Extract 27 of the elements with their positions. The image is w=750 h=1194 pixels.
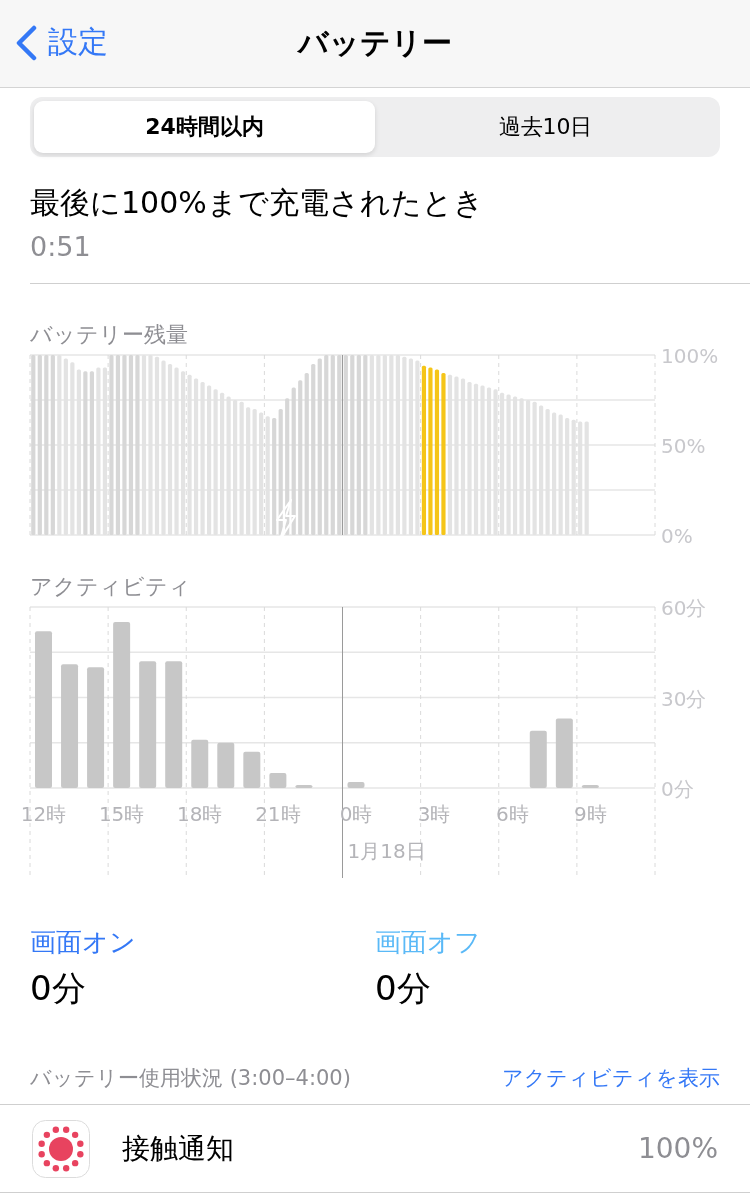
usage-percent: 100% xyxy=(637,1132,718,1165)
period-tab[interactable]: 過去10日 xyxy=(375,101,716,153)
screen-time-label: 画面オフ xyxy=(375,926,481,959)
last-charge-label: 最後に100%まで充電されたとき xyxy=(30,184,485,222)
axis-label: 9時 xyxy=(574,802,607,826)
date-label: 1月18日 xyxy=(347,839,426,863)
screen-time-value: 0分 xyxy=(375,967,431,1010)
back-chevron-icon xyxy=(14,24,38,61)
back-button[interactable]: 設定 xyxy=(14,22,108,63)
axis-label: 3時 xyxy=(417,802,451,826)
axis-label: 18時 xyxy=(177,802,223,826)
axis-label: 12時 xyxy=(20,802,67,826)
show-activity-link[interactable]: アクティビティを表示 xyxy=(502,1063,720,1093)
page-title: バッテリー xyxy=(298,24,452,62)
screen-time-value: 0分 xyxy=(30,967,86,1010)
app-row[interactable]: 接触通知 100% xyxy=(0,1105,750,1192)
chart-title: バッテリー残量 xyxy=(30,321,189,349)
app-icon xyxy=(32,1119,90,1178)
axis-label: 15時 xyxy=(98,802,145,826)
screen-time-label: 画面オン xyxy=(30,926,136,959)
axis-label: 6時 xyxy=(495,802,529,826)
app-name: 接触通知 xyxy=(122,1130,235,1167)
axis-label: 21時 xyxy=(255,802,301,826)
last-charge-time: 0:51 xyxy=(30,230,92,264)
chart-title: アクティビティ xyxy=(30,573,192,601)
period-tab[interactable]: 24時間以内 xyxy=(34,101,375,153)
section-header: バッテリー使用状況 (3:00–4:00) xyxy=(30,1065,351,1092)
